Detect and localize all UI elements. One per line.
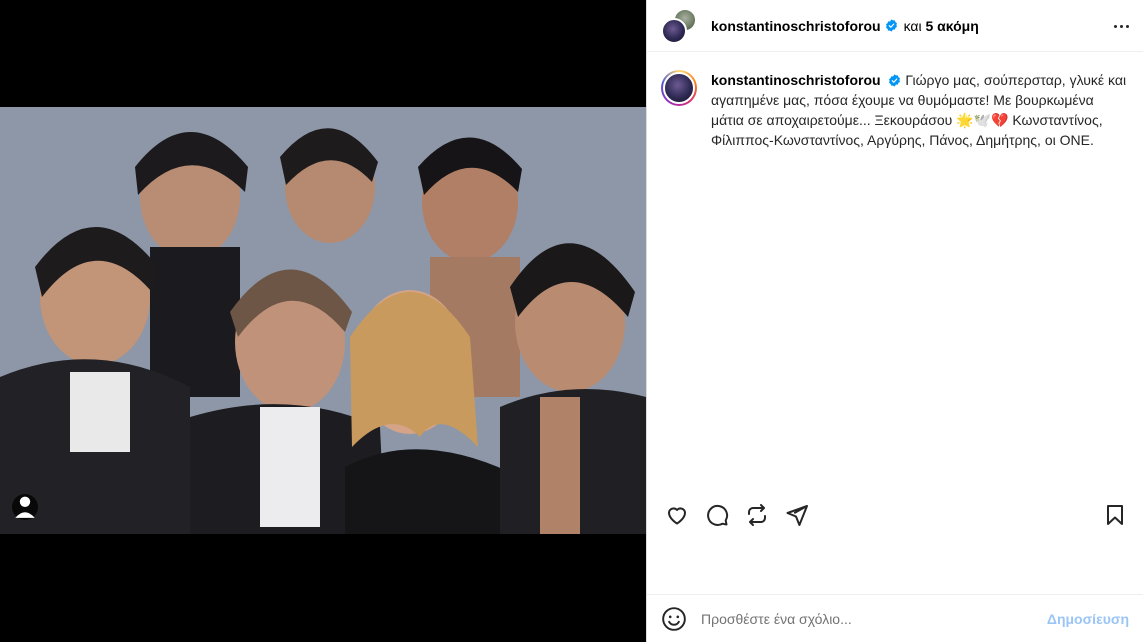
repost-icon[interactable]: [737, 495, 777, 535]
avatar: [661, 17, 687, 44]
emoji-icon[interactable]: [661, 606, 687, 632]
comment-input[interactable]: [701, 610, 1047, 627]
verified-badge-icon: [885, 19, 897, 32]
caption-username[interactable]: konstantinoschristoforou: [711, 72, 881, 88]
bookmark-icon[interactable]: [1095, 495, 1135, 535]
comment-bar: Δημοσίευση: [647, 594, 1143, 642]
user-tag-icon[interactable]: [12, 494, 38, 520]
instagram-post: konstantinoschristoforou και 5 ακόμη kon…: [0, 0, 1143, 642]
verified-badge-icon: [889, 74, 901, 87]
post-comment-button[interactable]: Δημοσίευση: [1047, 611, 1129, 627]
post-photo: [0, 107, 646, 534]
action-bar: [647, 491, 1143, 539]
header-username[interactable]: konstantinoschristoforou: [711, 18, 881, 34]
post-media[interactable]: [0, 0, 646, 642]
post-sidebar: konstantinoschristoforou και 5 ακόμη kon…: [646, 0, 1143, 642]
avatar[interactable]: [661, 70, 697, 106]
coauthors-link[interactable]: και 5 ακόμη: [904, 18, 979, 34]
more-options-icon[interactable]: [1109, 16, 1133, 36]
group-photo-illustration: [0, 107, 646, 534]
caption: konstantinoschristoforou Γιώργο μας, σού…: [711, 70, 1129, 499]
coauthor-avatars[interactable]: [661, 7, 699, 44]
send-icon[interactable]: [777, 495, 817, 535]
comment-icon[interactable]: [697, 495, 737, 535]
post-header: konstantinoschristoforou και 5 ακόμη: [647, 0, 1143, 52]
heart-icon[interactable]: [657, 495, 697, 535]
caption-section: konstantinoschristoforou Γιώργο μας, σού…: [647, 52, 1143, 499]
coauthors-prefix: και: [903, 17, 926, 34]
coauthors-count: 5 ακόμη: [925, 17, 979, 34]
